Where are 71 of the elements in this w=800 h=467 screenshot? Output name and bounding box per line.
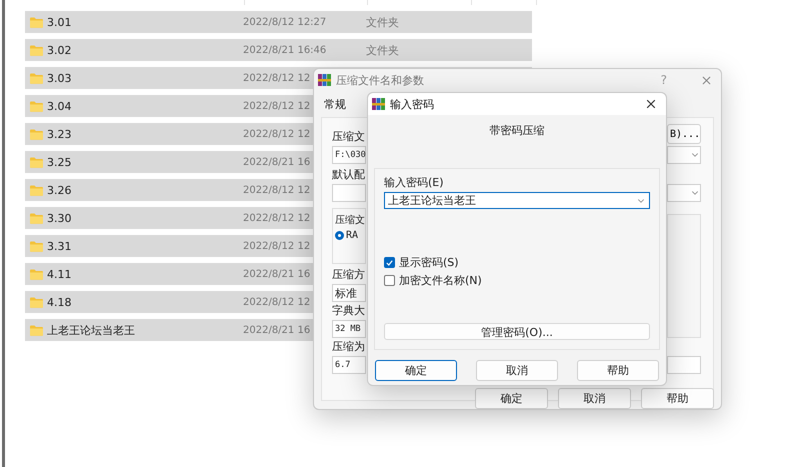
modified-date: 2022/8/12 12 [243,296,310,308]
file-name: 3.31 [47,240,72,252]
field-label: 压缩为 [332,339,366,354]
modified-date: 2022/8/21 16 [243,324,310,336]
file-type: 文件夹 [366,14,399,30]
file-name: 上老王论坛当老王 [47,322,136,338]
manage-passwords-button[interactable]: 管理密码(O)... [384,323,650,340]
modified-date: 2022/8/21 16 [243,156,310,168]
folder-icon [30,44,43,56]
profile-dropdown[interactable] [332,184,366,202]
folder-icon [30,156,43,168]
file-type: 文件夹 [366,42,399,58]
modified-date: 2022/8/12 12 [243,72,310,84]
folder-icon [30,72,43,84]
dialog-button[interactable]: 取消 [476,360,558,381]
folder-icon [30,268,43,280]
modified-date: 2022/8/21 16 [243,268,310,280]
file-name: 3.01 [47,16,72,28]
method-field[interactable]: 标准 [332,284,366,302]
dialog-button[interactable]: 确定 [375,360,457,381]
password-combo[interactable]: 上老王论坛当老王 [384,192,650,209]
checkbox[interactable] [384,275,395,286]
group-label: 压缩文 [335,214,365,227]
folder-icon [30,324,43,336]
modified-date: 2022/8/12 12:27 [243,16,326,28]
archive-name-field[interactable]: F:\030 [332,146,366,164]
browse-button[interactable]: B)... [667,124,701,144]
archive-books-icon [372,98,385,110]
field-label: 压缩方 [332,267,366,282]
file-name: 3.23 [47,128,72,140]
folder-icon [30,240,43,252]
file-name: 3.26 [47,184,72,196]
modified-date: 2022/8/12 12 [243,100,310,112]
dropdown-edge[interactable] [667,184,701,202]
close-icon[interactable] [644,97,658,111]
radio-button[interactable] [335,231,344,240]
split-field[interactable]: 6.7 [332,356,366,374]
folder-icon [30,296,43,308]
modified-date: 2022/8/12 12 [243,128,310,140]
folder-icon [30,212,43,224]
modified-date: 2022/8/12 12 [243,184,310,196]
folder-icon [30,128,43,140]
file-name: 3.03 [47,72,72,84]
file-row[interactable]: 3.01 2022/8/12 12:27 文件夹 [25,11,532,33]
folder-icon [30,16,43,28]
checkbox-label: 加密文件名称(N) [399,273,482,288]
dialog-button[interactable]: 帮助 [577,360,659,381]
field-edge[interactable] [667,356,701,374]
folder-icon [30,100,43,112]
dropdown-edge[interactable] [667,146,701,164]
archive-books-icon [318,74,331,86]
window-title: 输入密码 [390,96,435,112]
modified-date: 2022/8/12 12 [243,212,310,224]
file-name: 3.30 [47,212,72,224]
file-name: 3.25 [47,156,72,168]
dictionary-field[interactable]: 32 MB [332,320,366,338]
folder-icon [30,184,43,196]
dialog-button[interactable]: 帮助 [641,388,714,409]
field-label: 压缩文 [332,129,366,144]
file-name: 4.18 [47,296,72,308]
dialog-button[interactable]: 取消 [558,388,631,409]
file-name: 3.04 [47,100,72,112]
file-row[interactable]: 3.02 2022/8/21 16:46 文件夹 [25,39,532,61]
checkbox[interactable] [384,257,395,268]
file-name: 4.11 [47,268,72,280]
window-title: 压缩文件名和参数 [336,72,425,88]
dialog-button[interactable]: 确定 [475,388,548,409]
modified-date: 2022/8/21 16:46 [243,44,326,56]
modified-date: 2022/8/12 12 [243,240,310,252]
tab[interactable]: 常规 [324,97,346,113]
file-name: 3.02 [47,44,72,56]
